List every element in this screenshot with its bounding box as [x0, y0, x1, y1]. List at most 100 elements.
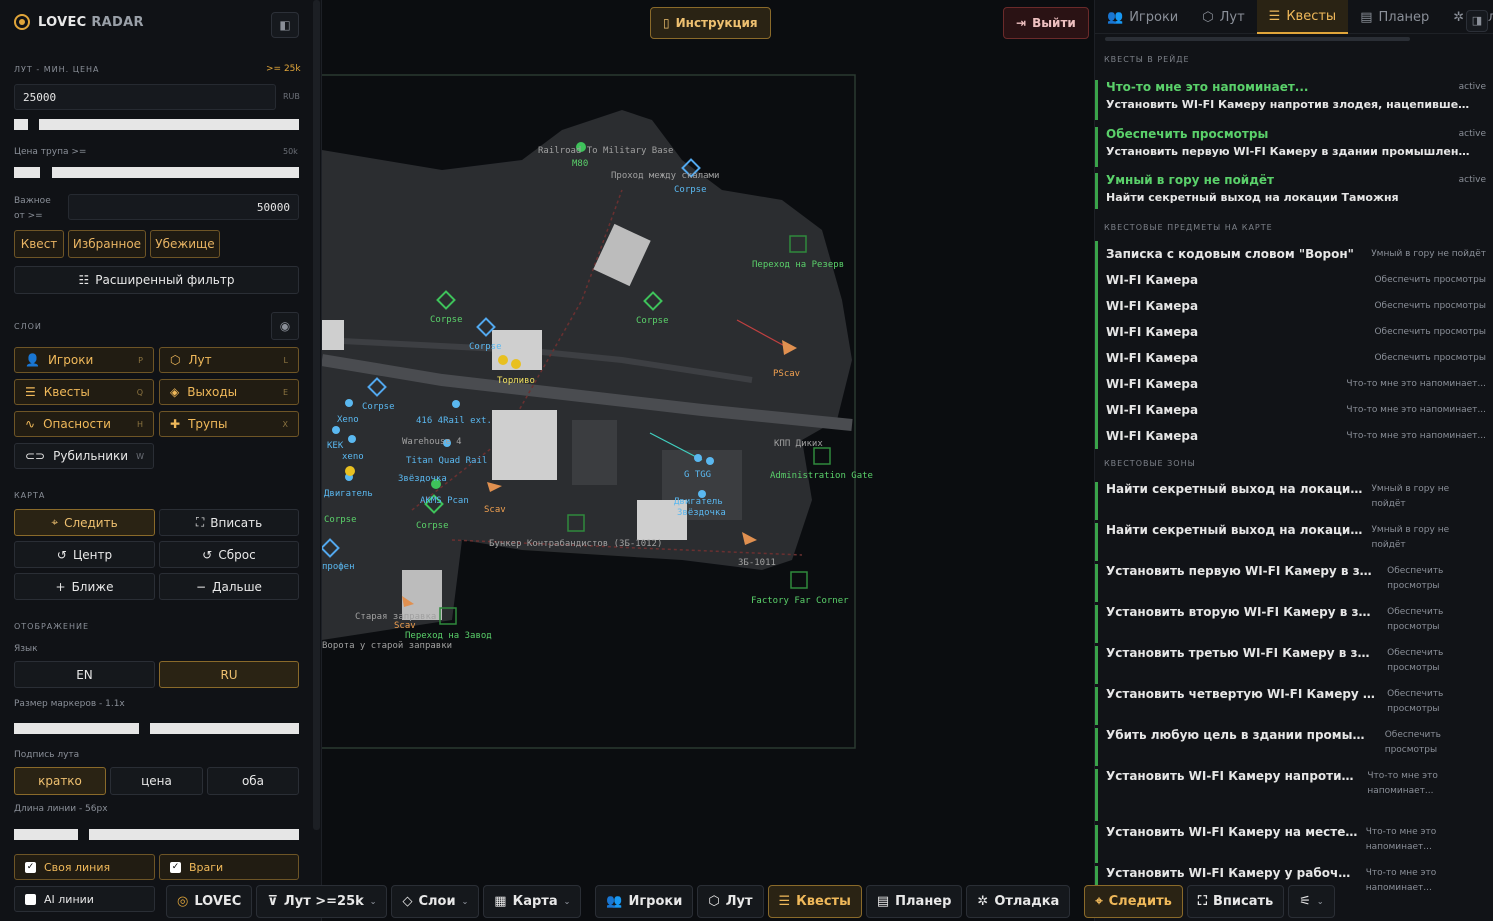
quest-zone-row[interactable]: Найти секретный выход на локации Там... У…	[1095, 482, 1493, 520]
checkbox-empty-icon	[25, 893, 36, 905]
quest-item-row[interactable]: WI-FI Камера Что-то мне это напоминает...	[1095, 423, 1493, 449]
panel-collapse-icon[interactable]: ◧	[271, 12, 299, 38]
lovec-menu-button[interactable]: ◎ LOVEC	[166, 885, 253, 918]
tab-players[interactable]: 👥 Игроки	[1095, 0, 1190, 34]
quest-item-row[interactable]: WI-FI Камера Что-то мне это напоминает...	[1095, 397, 1493, 423]
tab-scrollbar[interactable]	[1105, 37, 1410, 41]
layers-dropdown[interactable]: ◇ Слои ⌄	[391, 885, 480, 918]
planner-tab-button[interactable]: ▤ Планер	[865, 885, 963, 918]
quest-item-row[interactable]: WI-FI Камера Обеспечить просмотры	[1095, 293, 1493, 319]
lang-ru-button[interactable]: RU	[159, 661, 299, 688]
advanced-filter-label: Расширенный фильтр	[95, 273, 235, 287]
center-button[interactable]: ↺ Центр	[14, 541, 155, 568]
zone-quest: Что-то мне это напоминает...	[1365, 868, 1437, 893]
marker-size-label: Размер маркеров - 1.1x	[14, 699, 125, 709]
layer-corpses[interactable]: ✚ Трупы X	[159, 411, 299, 437]
quest-zone-row[interactable]: Найти секретный выход на локации Там... У…	[1095, 523, 1493, 561]
follow-button[interactable]: ⌖ Следить	[14, 509, 155, 536]
tab-loot[interactable]: ⬡ Лут	[1190, 0, 1256, 34]
marker-slider-right[interactable]	[150, 723, 299, 734]
layer-key: E	[282, 387, 288, 397]
box-icon: ⬡	[708, 894, 720, 909]
layer-switches[interactable]: ⊂⊃ Рубильники W	[14, 443, 154, 469]
fit-toolbar-button[interactable]: ⛶ Вписать	[1186, 885, 1285, 918]
line-slider-left[interactable]	[14, 829, 78, 840]
settings-dropdown[interactable]: ⚟ ⌄	[1288, 885, 1335, 918]
enemies-checkbox[interactable]: ✓ Враги	[159, 854, 299, 880]
filter-favorites-button[interactable]: Избранное	[68, 230, 146, 258]
quest-item-row[interactable]: WI-FI Камера Обеспечить просмотры	[1095, 345, 1493, 371]
follow-toolbar-button[interactable]: ⌖ Следить	[1084, 885, 1183, 918]
quest-title: Обеспечить просмотры	[1106, 127, 1269, 141]
layer-exits[interactable]: ◈ Выходы E	[159, 379, 299, 405]
corpse-slider-thumb[interactable]	[14, 167, 40, 178]
loot-filter-dropdown[interactable]: ⊽ Лут >=25k ⌄	[256, 885, 388, 918]
layer-players[interactable]: 👤 Игроки P	[14, 347, 154, 373]
left-scrollbar[interactable]	[313, 0, 320, 830]
fit-button[interactable]: ⛶ Вписать	[159, 509, 299, 536]
lang-en-button[interactable]: EN	[14, 661, 155, 688]
logout-button[interactable]: ⇥ Выйти	[1003, 7, 1089, 39]
quest-entry[interactable]: Что-то мне это напоминает... active Уста…	[1095, 80, 1493, 120]
quest-item-row[interactable]: WI-FI Камера Что-то мне это напоминает...	[1095, 371, 1493, 397]
quest-zone-row[interactable]: Установить вторую WI-FI Камеру в здании …	[1095, 605, 1493, 643]
advanced-filter-button[interactable]: ☷ Расширенный фильтр	[14, 266, 299, 294]
zoom-in-button[interactable]: + Ближе	[14, 573, 155, 600]
item-name: WI-FI Камера	[1106, 273, 1199, 287]
quest-entry[interactable]: Умный в гору не пойдёт active Найти секр…	[1095, 173, 1493, 209]
chevron-down-icon: ⌄	[563, 897, 571, 906]
players-tab-button[interactable]: 👥 Игроки	[595, 885, 694, 918]
quest-zone-row[interactable]: Установить третью WI-FI Камеру в здании …	[1095, 646, 1493, 684]
quest-entry[interactable]: Обеспечить просмотры active Установить п…	[1095, 127, 1493, 167]
layer-hazards[interactable]: ∿ Опасности H	[14, 411, 154, 437]
loot-slider-thumb[interactable]	[14, 119, 28, 130]
zoom-out-button[interactable]: − Дальше	[159, 573, 299, 600]
book-icon: ▯	[663, 16, 670, 30]
loot-slider-track[interactable]	[39, 119, 299, 130]
reset-button[interactable]: ↺ Сброс	[159, 541, 299, 568]
quest-zone-row[interactable]: Установить четвертую WI-FI Камеру в здан…	[1095, 687, 1493, 725]
caption-short-button[interactable]: кратко	[14, 767, 106, 795]
line-slider-right[interactable]	[89, 829, 299, 840]
instructions-label: Инструкция	[675, 16, 758, 30]
caption-both-button[interactable]: оба	[207, 767, 299, 795]
fit-label: Вписать	[1213, 894, 1274, 909]
quest-status: active	[1458, 175, 1486, 185]
quest-item-row[interactable]: Записка с кодовым словом "Ворон" Умный в …	[1095, 241, 1493, 267]
map-canvas[interactable]	[322, 0, 1093, 921]
own-line-checkbox[interactable]: ✓ Своя линия	[14, 854, 155, 880]
quest-zone-row[interactable]: Убить любую цель в здании промышленного …	[1095, 728, 1493, 766]
layer-loot[interactable]: ⬡ Лут L	[159, 347, 299, 373]
loot-dot	[698, 490, 706, 498]
marker-slider-left[interactable]	[14, 723, 139, 734]
radar-map[interactable]: Railroad To Military Base M80 Проход меж…	[322, 0, 1093, 921]
eye-icon[interactable]: ◉	[271, 312, 299, 340]
quest-zone-row[interactable]: Установить первую WI-FI Камеру в здании …	[1095, 564, 1493, 602]
loot-min-input[interactable]: 25000	[14, 84, 276, 110]
tab-planner[interactable]: ▤ Планер	[1348, 0, 1441, 34]
user-icon: 👤	[25, 353, 40, 367]
quest-items-section: КВЕСТОВЫЕ ПРЕДМЕТЫ НА КАРТЕ	[1104, 223, 1273, 232]
lovec-label: LOVEC	[194, 894, 242, 909]
loot-dot	[443, 439, 451, 447]
ai-lines-checkbox[interactable]: AI линии	[14, 886, 155, 912]
tab-label: Планер	[1378, 9, 1430, 25]
important-input[interactable]: 50000	[68, 194, 299, 220]
bone-icon: ✚	[170, 417, 181, 431]
instructions-button[interactable]: ▯ Инструкция	[650, 7, 771, 39]
tab-quests[interactable]: ☰ Квесты	[1256, 0, 1349, 34]
quest-item-row[interactable]: WI-FI Камера Обеспечить просмотры	[1095, 267, 1493, 293]
caption-price-button[interactable]: цена	[110, 767, 203, 795]
loot-tab-button[interactable]: ⬡ Лут	[697, 885, 764, 918]
quest-item-row[interactable]: WI-FI Камера Обеспечить просмотры	[1095, 319, 1493, 345]
panel-collapse-icon[interactable]: ◨	[1466, 10, 1488, 32]
layer-quests[interactable]: ☰ Квесты Q	[14, 379, 154, 405]
debug-tab-button[interactable]: ✲ Отладка	[966, 885, 1071, 918]
quest-zone-row[interactable]: Установить WI-FI Камеру на месте казни ч…	[1095, 825, 1493, 863]
quests-tab-button[interactable]: ☰ Квесты	[767, 885, 862, 918]
map-dropdown[interactable]: ▦ Карта ⌄	[483, 885, 582, 918]
filter-hideout-button[interactable]: Убежище	[150, 230, 220, 258]
quest-zone-row[interactable]: Установить WI-FI Камеру напротив злодея,…	[1095, 769, 1493, 821]
corpse-slider-track[interactable]	[52, 167, 299, 178]
filter-quest-button[interactable]: Квест	[14, 230, 64, 258]
